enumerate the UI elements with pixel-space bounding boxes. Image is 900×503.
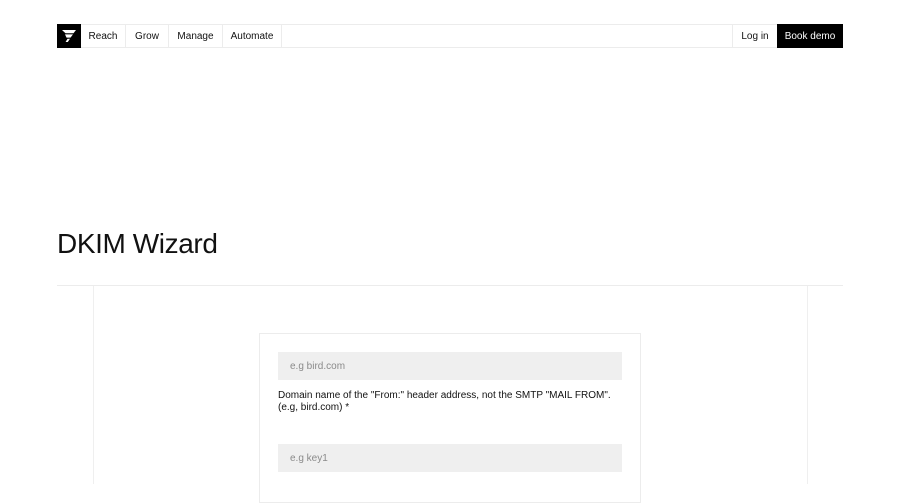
login-link[interactable]: Log in — [732, 25, 777, 47]
page-title: DKIM Wizard — [57, 228, 218, 259]
nav-item-manage[interactable]: Manage — [169, 25, 223, 47]
content-frame-left — [93, 286, 94, 484]
nav-item-grow[interactable]: Grow — [126, 25, 169, 47]
content-frame-right — [807, 286, 808, 484]
domain-input[interactable] — [278, 352, 622, 380]
domain-help-text: Domain name of the "From:" header addres… — [278, 390, 611, 413]
bird-logo-icon — [62, 30, 76, 42]
dkim-form: Domain name of the "From:" header addres… — [259, 333, 641, 503]
title-divider — [57, 285, 843, 286]
book-demo-button[interactable]: Book demo — [777, 24, 843, 48]
nav-item-automate[interactable]: Automate — [223, 25, 282, 47]
top-nav: Reach Grow Manage Automate Log in Book d… — [57, 24, 843, 48]
home-logo-link[interactable] — [57, 24, 81, 48]
nav-item-reach[interactable]: Reach — [81, 25, 126, 47]
selector-input[interactable] — [278, 444, 622, 472]
